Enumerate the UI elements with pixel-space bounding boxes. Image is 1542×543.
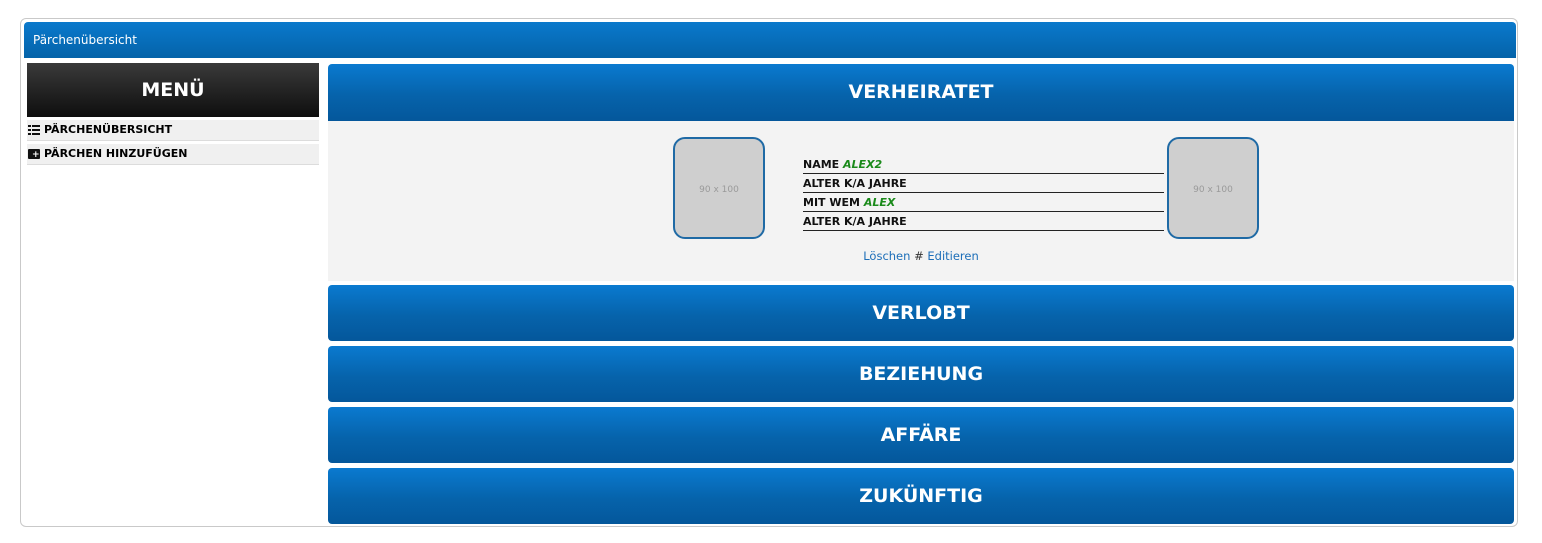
menu-heading: MENÜ xyxy=(27,63,319,117)
name-row: NAME ALEX2 xyxy=(803,156,1164,174)
age-row-1: ALTER K/A JAHRE xyxy=(803,175,1164,193)
photo-placeholder-left: 90 x 100 xyxy=(673,137,765,239)
card-actions: Löschen # Editieren xyxy=(328,249,1514,263)
section-verlobt[interactable]: VERLOBT xyxy=(328,285,1514,341)
section-beziehung[interactable]: BEZIEHUNG xyxy=(328,346,1514,402)
section-affaere[interactable]: AFFÄRE xyxy=(328,407,1514,463)
menu-item-label: PÄRCHENÜBERSICHT xyxy=(44,123,173,136)
section-verheiratet[interactable]: VERHEIRATET xyxy=(328,64,1514,121)
menu-item-add-couple[interactable]: PÄRCHEN HINZUFÜGEN xyxy=(27,144,319,165)
partner-value: ALEX xyxy=(863,196,896,209)
delete-link[interactable]: Löschen xyxy=(863,249,910,263)
section-zukuenftig[interactable]: ZUKÜNFTIG xyxy=(328,468,1514,524)
partner-row: MIT WEM ALEX xyxy=(803,194,1164,212)
name-label: NAME xyxy=(803,158,840,171)
age-row-2: ALTER K/A JAHRE xyxy=(803,213,1164,231)
menu-item-overview[interactable]: PÄRCHENÜBERSICHT xyxy=(27,120,319,141)
main-frame: Pärchenübersicht MENÜ PÄRCHENÜBERSICHT P… xyxy=(20,18,1518,527)
photo-placeholder-right: 90 x 100 xyxy=(1167,137,1259,239)
list-icon xyxy=(28,125,40,135)
edit-link[interactable]: Editieren xyxy=(927,249,978,263)
sidebar-menu: MENÜ PÄRCHENÜBERSICHT PÄRCHEN HINZUFÜGEN xyxy=(27,63,319,165)
couple-card: 90 x 100 NAME ALEX2 ALTER K/A JAHRE MIT … xyxy=(328,121,1514,281)
name-value: ALEX2 xyxy=(843,158,883,171)
menu-item-label: PÄRCHEN HINZUFÜGEN xyxy=(44,147,188,160)
action-separator: # xyxy=(914,249,924,263)
window-title: Pärchenübersicht xyxy=(24,22,1516,58)
partner-label: MIT WEM xyxy=(803,196,860,209)
content-area: VERHEIRATET 90 x 100 NAME ALEX2 ALTER K/… xyxy=(328,64,1514,529)
couple-info: NAME ALEX2 ALTER K/A JAHRE MIT WEM ALEX … xyxy=(803,156,1164,232)
folder-add-icon xyxy=(28,145,40,165)
